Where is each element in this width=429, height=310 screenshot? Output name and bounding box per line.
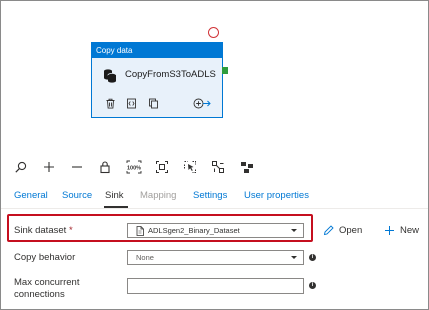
auto-align-icon[interactable] [211, 160, 225, 174]
plus-icon [385, 226, 394, 235]
add-output-icon[interactable] [193, 98, 211, 109]
lock-icon[interactable] [98, 160, 112, 174]
tab-user-properties[interactable]: User properties [244, 190, 309, 201]
pipeline-editor: Copy data CopyFromS3ToADLS 100% General … [0, 0, 429, 310]
copy-behavior-select[interactable]: None [127, 250, 304, 265]
search-icon[interactable] [14, 160, 28, 174]
max-concurrent-label-line1: Max concurrent [14, 277, 80, 288]
copy-data-activity[interactable]: Copy data CopyFromS3ToADLS [91, 42, 223, 118]
sink-dataset-value: ADLSgen2_Binary_Dataset [148, 226, 240, 235]
svg-text:100%: 100% [127, 165, 141, 171]
code-icon[interactable] [126, 98, 137, 109]
zoom-100-icon[interactable]: 100% [126, 160, 142, 174]
tab-mapping[interactable]: Mapping [140, 190, 176, 201]
select-tool-icon[interactable] [183, 160, 197, 174]
zoom-in-icon[interactable] [42, 160, 56, 174]
chevron-down-icon [291, 229, 297, 232]
active-tab-indicator [104, 206, 128, 208]
sink-dataset-select[interactable]: ADLSgen2_Binary_Dataset [127, 223, 304, 238]
max-concurrent-label-line2: connections [14, 289, 65, 300]
info-icon[interactable]: i [309, 254, 316, 261]
chevron-down-icon [291, 256, 297, 259]
tab-source[interactable]: Source [62, 190, 92, 201]
failure-port-icon[interactable] [208, 27, 219, 38]
sink-dataset-label: Sink dataset * [14, 225, 73, 236]
file-icon [136, 226, 144, 236]
activity-name: CopyFromS3ToADLS [125, 69, 216, 80]
new-label: New [400, 225, 420, 236]
pipeline-canvas[interactable]: Copy data CopyFromS3ToADLS [1, 1, 428, 153]
layout-icon[interactable] [240, 160, 254, 174]
tab-sink[interactable]: Sink [105, 190, 123, 201]
delete-icon[interactable] [105, 98, 116, 109]
zoom-out-icon[interactable] [70, 160, 84, 174]
copy-behavior-label: Copy behavior [14, 252, 76, 263]
clone-icon[interactable] [148, 98, 159, 109]
open-label: Open [339, 225, 363, 236]
pencil-icon [323, 225, 334, 236]
canvas-toolbar: 100% [1, 153, 428, 181]
activity-type-label: Copy data [92, 43, 222, 58]
fit-to-screen-icon[interactable] [155, 160, 169, 174]
info-icon[interactable]: i [309, 282, 316, 289]
tab-general[interactable]: General [14, 190, 48, 201]
properties-tabs: General Source Sink Mapping Settings Use… [1, 184, 428, 209]
success-port-icon[interactable] [222, 67, 228, 74]
tab-settings[interactable]: Settings [193, 190, 227, 201]
database-icon [104, 69, 117, 83]
copy-behavior-value: None [136, 253, 154, 262]
max-concurrent-input[interactable] [127, 278, 304, 294]
